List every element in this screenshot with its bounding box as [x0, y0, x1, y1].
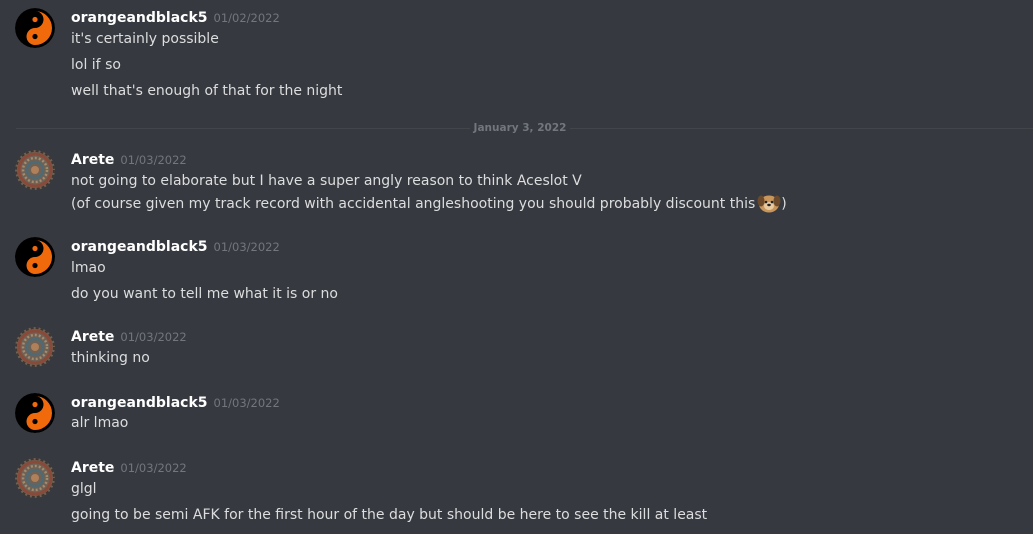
message-text: alr lmao [71, 415, 129, 431]
message-text-part: ) [781, 196, 787, 212]
message-header: Arete 01/03/2022 [71, 458, 187, 477]
username[interactable]: orangeandblack5 [71, 10, 208, 26]
message-header: orangeandblack5 01/03/2022 [71, 237, 280, 256]
message-header: orangeandblack5 01/02/2022 [71, 8, 280, 27]
yin-yang-avatar[interactable] [15, 8, 55, 48]
timestamp: 01/03/2022 [120, 461, 187, 475]
username[interactable]: Arete [71, 329, 114, 345]
date-divider-label: January 3, 2022 [470, 121, 570, 135]
timestamp: 01/03/2022 [120, 153, 187, 167]
timestamp: 01/03/2022 [213, 396, 280, 410]
timestamp: 01/02/2022 [213, 11, 280, 25]
yin-yang-avatar[interactable] [15, 393, 55, 433]
dog-emoji-icon[interactable] [757, 193, 781, 213]
timestamp: 01/03/2022 [120, 330, 187, 344]
username[interactable]: Arete [71, 152, 114, 168]
message-text: lol if so [71, 57, 121, 73]
timestamp: 01/03/2022 [213, 240, 280, 254]
mandala-avatar[interactable] [15, 150, 55, 190]
message-header: Arete 01/03/2022 [71, 150, 187, 169]
mandala-avatar[interactable] [15, 327, 55, 367]
username[interactable]: orangeandblack5 [71, 239, 208, 255]
chat-message-list[interactable]: orangeandblack5 01/02/2022 it's certainly… [0, 0, 1033, 534]
mandala-avatar[interactable] [15, 458, 55, 498]
message-text-part: (of course given my track record with ac… [71, 196, 756, 212]
message-text: not going to elaborate but I have a supe… [71, 173, 582, 189]
message-header: Arete 01/03/2022 [71, 327, 187, 346]
username[interactable]: orangeandblack5 [71, 395, 208, 411]
message-text: thinking no [71, 350, 150, 366]
username[interactable]: Arete [71, 460, 114, 476]
message-header: orangeandblack5 01/03/2022 [71, 393, 280, 412]
message-text: glgl [71, 481, 97, 497]
message-text: going to be semi AFK for the first hour … [71, 507, 708, 523]
message-text: well that's enough of that for the night [71, 83, 343, 99]
message-text: do you want to tell me what it is or no [71, 286, 338, 302]
yin-yang-avatar[interactable] [15, 237, 55, 277]
message-text: (of course given my track record with ac… [71, 193, 787, 214]
message-text: lmao [71, 260, 106, 276]
message-text: it's certainly possible [71, 31, 219, 47]
